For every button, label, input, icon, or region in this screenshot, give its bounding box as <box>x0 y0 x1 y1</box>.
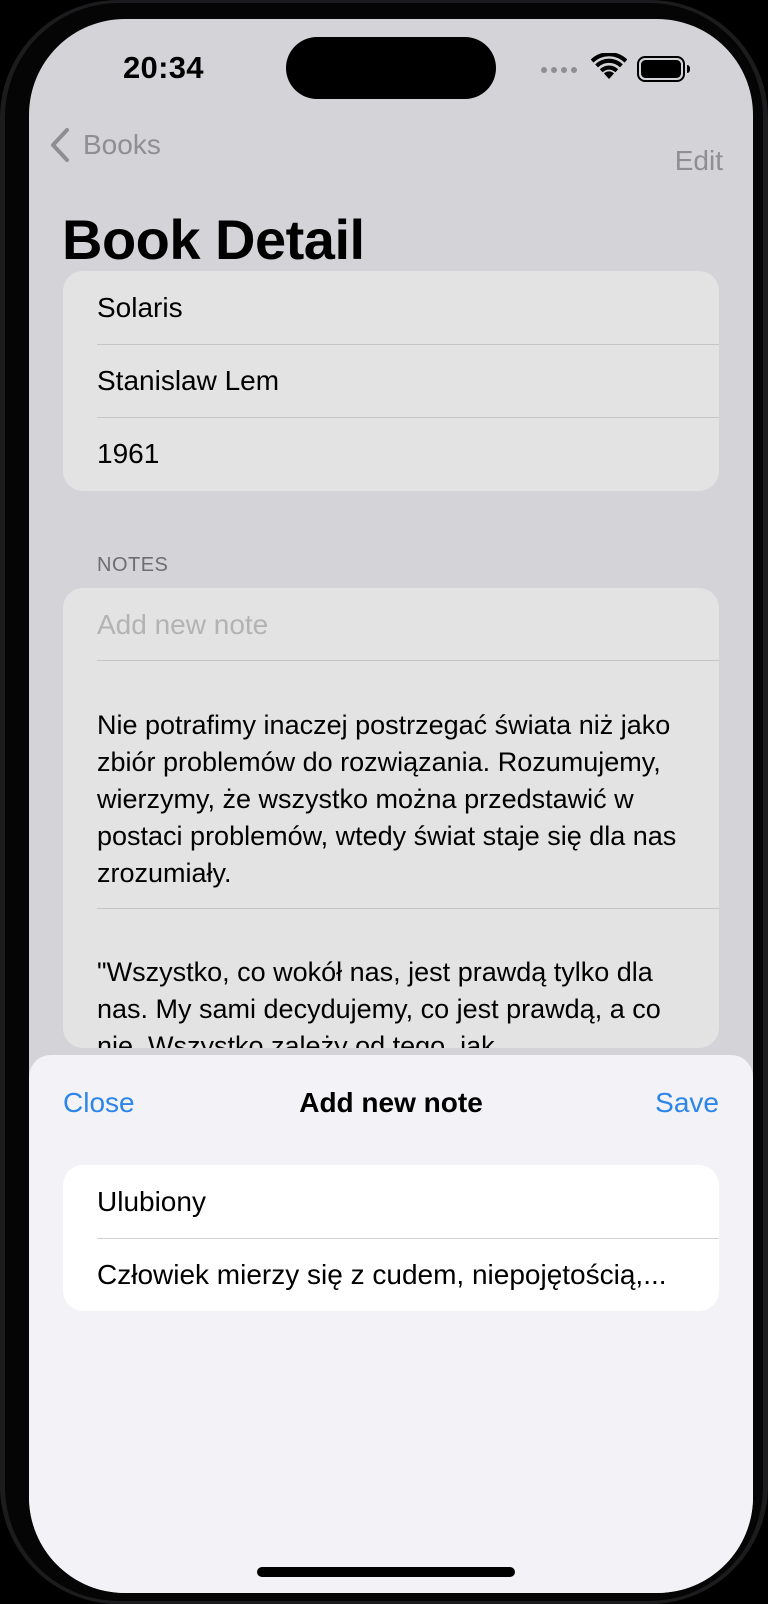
device-frame: 20:34 Books Edit Book Detail Solaris Sta… <box>0 0 768 1604</box>
book-title-field[interactable]: Solaris <box>63 271 719 344</box>
cellular-icon <box>541 67 577 73</box>
device-bezel: 20:34 Books Edit Book Detail Solaris Sta… <box>5 3 763 1601</box>
back-button[interactable]: Books <box>49 127 161 163</box>
new-note-form: Ulubiony Człowiek mierzy się z cudem, ni… <box>63 1165 719 1311</box>
add-note-row[interactable]: Add new note <box>63 588 719 661</box>
book-info-card: Solaris Stanislaw Lem 1961 <box>63 271 719 491</box>
note-title-input[interactable]: Ulubiony <box>63 1165 719 1238</box>
dynamic-island <box>286 37 496 99</box>
status-time: 20:34 <box>123 50 204 85</box>
notes-section-header: NOTES <box>97 554 169 576</box>
note-item[interactable]: Nie potrafimy inaczej postrzegać świata … <box>63 661 719 908</box>
home-indicator[interactable] <box>257 1567 515 1577</box>
screen: 20:34 Books Edit Book Detail Solaris Sta… <box>29 19 753 1593</box>
book-year-field[interactable]: 1961 <box>63 417 719 490</box>
note-body-input[interactable]: Człowiek mierzy się z cudem, niepojętośc… <box>63 1238 719 1311</box>
battery-icon <box>637 56 690 82</box>
notes-card: Add new note Nie potrafimy inaczej postr… <box>63 588 719 1048</box>
note-item[interactable]: "Wszystko, co wokół nas, jest prawdą tyl… <box>63 908 719 1048</box>
sheet-title: Add new note <box>299 1087 483 1118</box>
add-note-sheet: Close Add new note Save Ulubiony Człowie… <box>29 1055 753 1593</box>
book-author-field[interactable]: Stanislaw Lem <box>63 344 719 417</box>
wifi-icon <box>591 53 627 79</box>
save-button[interactable]: Save <box>655 1087 719 1119</box>
chevron-left-icon <box>51 128 69 162</box>
back-button-label: Books <box>83 129 161 160</box>
edit-button[interactable]: Edit <box>675 145 723 177</box>
page-title: Book Detail <box>62 208 365 271</box>
